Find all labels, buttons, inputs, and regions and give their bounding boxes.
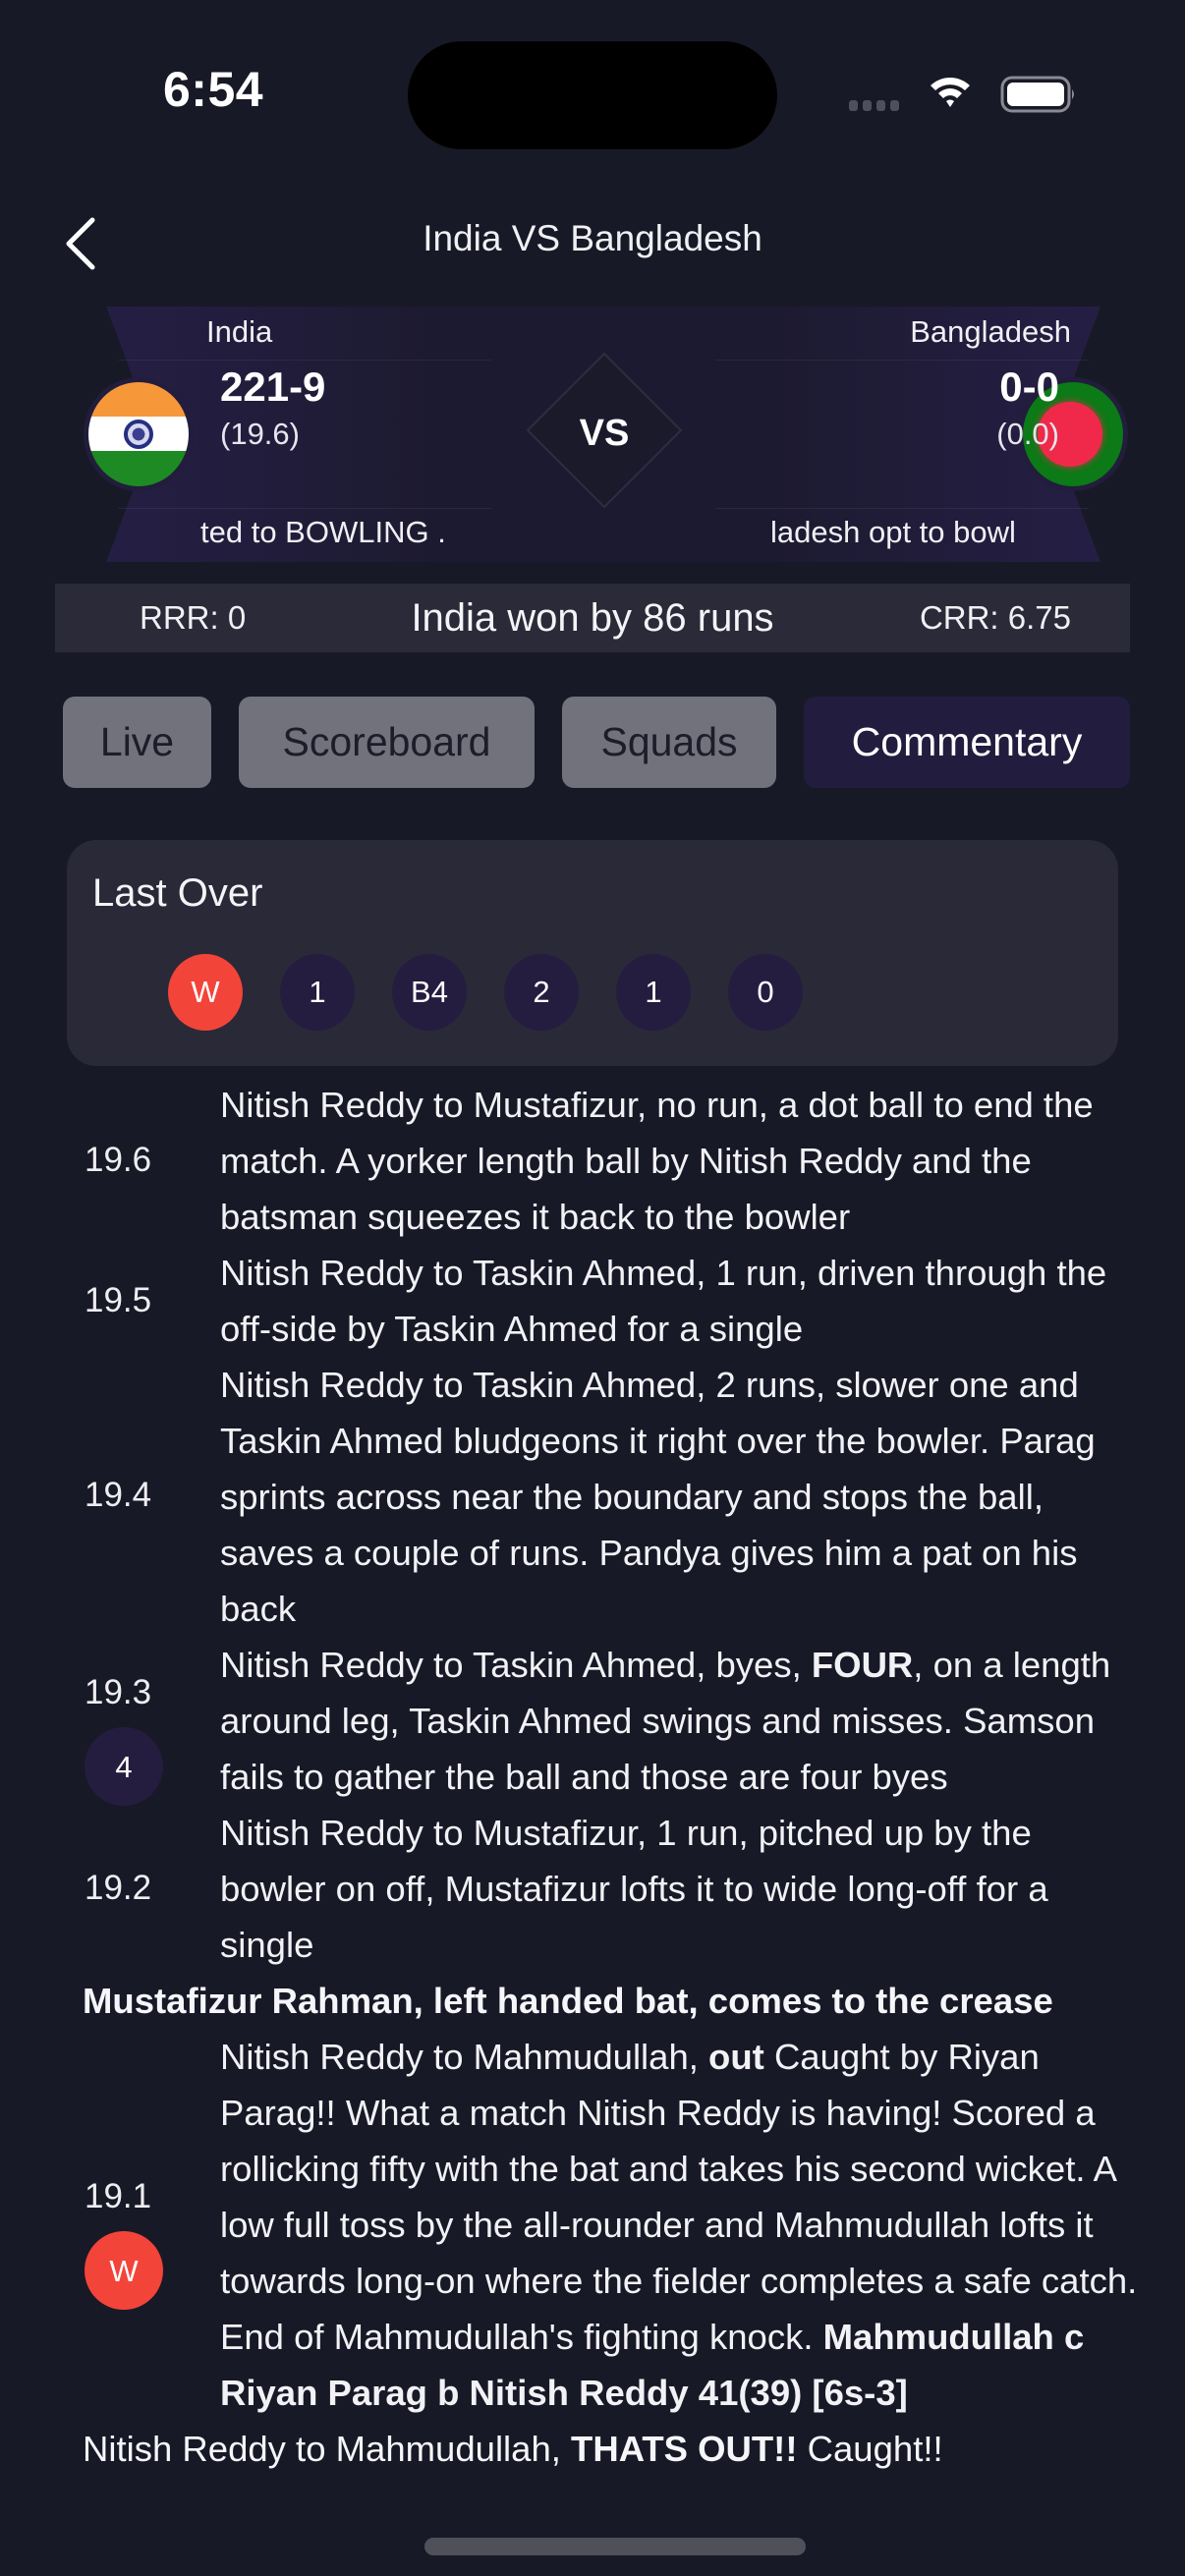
team-name: India <box>206 314 273 349</box>
commentary-segment-bold: out <box>708 2037 764 2077</box>
last-over-title: Last Over <box>92 871 263 915</box>
commentary-text: Nitish Reddy to Mustafizur, 1 run, pitch… <box>220 1805 1146 1973</box>
result-strip: RRR: 0 India won by 86 runs CRR: 6.75 <box>55 584 1130 652</box>
score-banner: India 221-9 (19.6) ted to BOWLING . VS B… <box>79 307 1128 562</box>
over-number: 19.4 <box>85 1476 152 1514</box>
commentary-segment: Nitish Reddy to Taskin Ahmed, byes, <box>220 1645 812 1685</box>
commentary-text: Nitish Reddy to Taskin Ahmed, byes, FOUR… <box>220 1637 1146 1805</box>
commentary-note: Mustafizur Rahman, left handed bat, come… <box>83 1981 1053 2021</box>
navigation-bar: India VS Bangladesh <box>0 196 1185 285</box>
ball-result: 1 <box>616 954 691 1031</box>
dynamic-island <box>408 41 777 149</box>
battery-icon <box>1000 76 1074 113</box>
last-over-card: Last Over W 1 B4 2 1 0 <box>67 840 1118 1066</box>
toss-info: ladesh opt to bowl <box>770 515 1016 549</box>
commentary-segment: Nitish Reddy to Mahmudullah, <box>220 2037 709 2077</box>
commentary-segment: Caught by Riyan Parag!! What a match Nit… <box>220 2037 1138 2357</box>
ball-result: W <box>168 954 243 1031</box>
over-number: 19.6 <box>85 1141 152 1179</box>
tab-live[interactable]: Live <box>63 697 211 788</box>
commentary-segment-bold: FOUR <box>811 1645 914 1685</box>
four-badge: 4 <box>85 1727 163 1806</box>
team-bangladesh: Bangladesh 0-0 (0.0) ladesh opt to bowl <box>696 307 1128 562</box>
commentary-segment: Nitish Reddy to Mustafizur, 1 run, pitch… <box>220 1813 1048 1965</box>
ball-result: 0 <box>728 954 803 1031</box>
vs-label: VS <box>579 413 630 454</box>
tab-scoreboard[interactable]: Scoreboard <box>239 697 535 788</box>
commentary-text: Nitish Reddy to Mahmudullah, out Caught … <box>220 2029 1146 2421</box>
commentary-segment: Nitish Reddy to Taskin Ahmed, 2 runs, sl… <box>220 1365 1096 1629</box>
team-score: 0-0 <box>999 364 1059 410</box>
commentary-segment: Nitish Reddy to Taskin Ahmed, 1 run, dri… <box>220 1253 1107 1349</box>
team-name: Bangladesh <box>910 314 1071 349</box>
toss-info: ted to BOWLING . <box>200 515 446 549</box>
commentary-note: Nitish Reddy to Mahmudullah, THATS OUT!!… <box>0 2421 1185 2477</box>
commentary-segment: Caught!! <box>797 2429 943 2469</box>
wicket-badge: W <box>85 2231 163 2310</box>
commentary-item: 19.4 Nitish Reddy to Taskin Ahmed, 2 run… <box>0 1357 1185 1637</box>
commentary-item: 19.3 4 Nitish Reddy to Taskin Ahmed, bye… <box>0 1637 1185 1806</box>
commentary-item: 19.1 W Nitish Reddy to Mahmudullah, out … <box>0 2029 1185 2421</box>
cellular-signal-icon <box>849 100 899 111</box>
team-overs: (0.0) <box>996 417 1059 451</box>
team-score: 221-9 <box>220 364 326 410</box>
ball-result: 2 <box>504 954 579 1031</box>
last-over-balls: W 1 B4 2 1 0 <box>168 954 803 1031</box>
over-number: 19.3 <box>85 1673 152 1711</box>
india-flag-icon <box>84 377 194 491</box>
over-number: 19.1 <box>85 2177 152 2215</box>
commentary-item: 19.5 Nitish Reddy to Taskin Ahmed, 1 run… <box>0 1245 1185 1357</box>
commentary-segment-bold: THATS OUT!! <box>571 2429 798 2469</box>
status-bar: 6:54 <box>0 0 1185 149</box>
over-number: 19.5 <box>85 1281 152 1319</box>
tab-bar: Live Scoreboard Squads Commentary <box>63 697 1130 788</box>
commentary-item: 19.2 Nitish Reddy to Mustafizur, 1 run, … <box>0 1805 1185 1973</box>
team-overs: (19.6) <box>220 417 300 451</box>
tab-squads[interactable]: Squads <box>562 697 776 788</box>
page-title: India VS Bangladesh <box>423 218 762 258</box>
team-india: India 221-9 (19.6) ted to BOWLING . <box>79 307 511 562</box>
ball-result: 1 <box>280 954 355 1031</box>
home-indicator[interactable] <box>424 2538 806 2555</box>
wifi-icon <box>931 78 970 107</box>
current-run-rate: CRR: 6.75 <box>919 599 1071 636</box>
status-time: 6:54 <box>163 62 264 117</box>
commentary-text: Nitish Reddy to Mustafizur, no run, a do… <box>220 1077 1146 1245</box>
commentary-text: Nitish Reddy to Taskin Ahmed, 2 runs, sl… <box>220 1357 1146 1637</box>
commentary-list: 19.6 Nitish Reddy to Mustafizur, no run,… <box>0 1077 1185 2477</box>
commentary-segment: Nitish Reddy to Mahmudullah, <box>83 2429 572 2469</box>
tab-commentary[interactable]: Commentary <box>804 697 1130 788</box>
commentary-text: Nitish Reddy to Taskin Ahmed, 1 run, dri… <box>220 1245 1146 1357</box>
commentary-segment: Nitish Reddy to Mustafizur, no run, a do… <box>220 1085 1094 1237</box>
ball-result: B4 <box>392 954 467 1031</box>
commentary-item: 19.6 Nitish Reddy to Mustafizur, no run,… <box>0 1077 1185 1245</box>
over-number: 19.2 <box>85 1869 152 1907</box>
